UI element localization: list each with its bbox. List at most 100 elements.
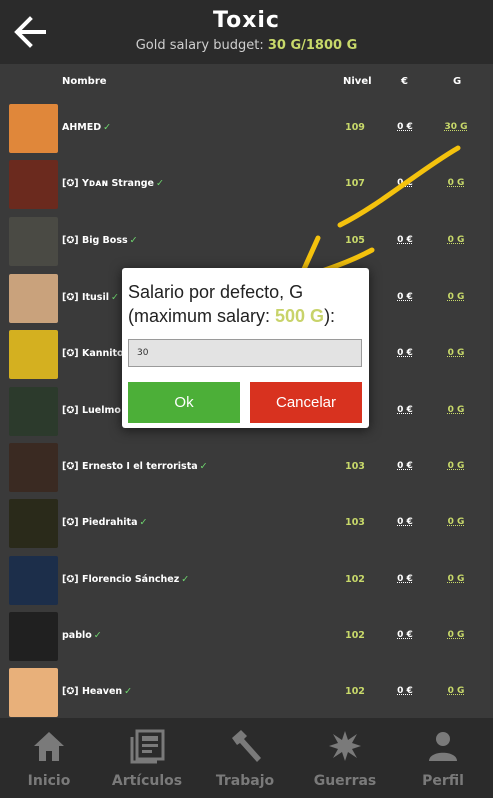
nav-perfil[interactable]: Perfil xyxy=(394,718,492,798)
table-row[interactable]: [✪] Piedrahita ✓ 103 0 € 0 G xyxy=(0,495,493,552)
newspaper-icon xyxy=(130,729,165,764)
avatar[interactable] xyxy=(9,330,58,379)
gold-salary[interactable]: 0 G xyxy=(444,686,468,696)
ok-button[interactable]: Ok xyxy=(128,382,240,423)
member-level: 103 xyxy=(345,461,365,472)
eur-salary[interactable]: 0 € xyxy=(394,122,416,132)
table-row[interactable]: pablo ✓ 102 0 € 0 G xyxy=(0,608,493,665)
column-header-gold[interactable]: G xyxy=(453,76,461,87)
nav-articulos[interactable]: Artículos xyxy=(98,718,196,798)
guild-tag: [✪] xyxy=(62,292,82,303)
eur-salary[interactable]: 0 € xyxy=(394,630,416,640)
guild-tag: [✪] xyxy=(62,574,82,585)
verified-check-icon: ✓ xyxy=(93,630,102,641)
page-title: Toxic xyxy=(213,8,280,33)
gold-salary[interactable]: 30 G xyxy=(444,122,468,132)
avatar[interactable] xyxy=(9,160,58,209)
member-level: 102 xyxy=(345,686,365,697)
avatar[interactable] xyxy=(9,499,58,548)
member-name-text: pablo xyxy=(62,630,92,641)
gold-salary[interactable]: 0 G xyxy=(444,405,468,415)
guild-tag: [✪] xyxy=(62,405,82,416)
avatar[interactable] xyxy=(9,668,58,717)
gold-salary[interactable]: 0 G xyxy=(444,630,468,640)
member-name[interactable]: [✪] Florencio Sánchez ✓ xyxy=(62,574,189,585)
member-name[interactable]: AHMED ✓ xyxy=(62,122,111,133)
avatar[interactable] xyxy=(9,612,58,661)
gold-salary[interactable]: 0 G xyxy=(444,178,468,188)
cancel-button[interactable]: Cancelar xyxy=(250,382,362,423)
table-row[interactable]: [✪] Big Boss ✓ 105 0 € 0 G xyxy=(0,213,493,270)
member-name[interactable]: [✪] Itusil ✓ xyxy=(62,292,119,303)
verified-check-icon: ✓ xyxy=(139,517,148,528)
member-level: 102 xyxy=(345,574,365,585)
avatar[interactable] xyxy=(9,104,58,153)
member-name[interactable]: [✪] Piedrahita ✓ xyxy=(62,517,147,528)
eur-salary[interactable]: 0 € xyxy=(394,235,416,245)
eur-salary[interactable]: 0 € xyxy=(394,574,416,584)
person-icon xyxy=(429,732,457,761)
member-level: 109 xyxy=(345,122,365,133)
verified-check-icon: ✓ xyxy=(124,686,133,697)
member-name[interactable]: [✪] Kannito xyxy=(62,348,126,359)
table-row[interactable]: AHMED ✓ 109 0 € 30 G xyxy=(0,100,493,157)
guild-tag: [✪] xyxy=(62,178,82,189)
gold-budget-value: 30 G/1800 G xyxy=(267,38,358,53)
eur-salary[interactable]: 0 € xyxy=(394,405,416,415)
hammer-icon xyxy=(232,730,261,762)
table-row[interactable]: [✪] Heaven ✓ 102 0 € 0 G xyxy=(0,664,493,721)
member-name[interactable]: [✪] Heaven ✓ xyxy=(62,686,132,697)
guild-tag: [✪] xyxy=(62,686,82,697)
column-header-level[interactable]: Nivel xyxy=(343,76,372,87)
table-row[interactable]: [✪] Florencio Sánchez ✓ 102 0 € 0 G xyxy=(0,552,493,609)
member-name[interactable]: pablo ✓ xyxy=(62,630,102,641)
eur-salary[interactable]: 0 € xyxy=(394,348,416,358)
home-icon xyxy=(34,732,64,761)
member-name[interactable]: [✪] Yᴅᴀɴ Strange ✓ xyxy=(62,178,164,189)
member-level: 107 xyxy=(345,178,365,189)
eur-salary[interactable]: 0 € xyxy=(394,292,416,302)
bottom-nav: Inicio Artículos Trabajo Guerras Perfil xyxy=(0,718,493,798)
nav-inicio[interactable]: Inicio xyxy=(0,718,98,798)
member-level: 103 xyxy=(345,517,365,528)
gold-salary[interactable]: 0 G xyxy=(444,461,468,471)
nav-guerras[interactable]: Guerras xyxy=(296,718,394,798)
member-name-text: Itusil xyxy=(81,292,109,303)
eur-salary[interactable]: 0 € xyxy=(394,517,416,527)
gold-salary[interactable]: 0 G xyxy=(444,348,468,358)
member-level: 105 xyxy=(345,235,365,246)
member-name[interactable]: [✪] Ernesto I el terrorista ✓ xyxy=(62,461,208,472)
gold-salary[interactable]: 0 G xyxy=(444,235,468,245)
eur-salary[interactable]: 0 € xyxy=(394,461,416,471)
member-name-text: Yᴅᴀɴ Strange xyxy=(81,178,154,189)
gold-salary[interactable]: 0 G xyxy=(444,574,468,584)
avatar[interactable] xyxy=(9,556,58,605)
nav-trabajo[interactable]: Trabajo xyxy=(196,718,294,798)
salary-input[interactable] xyxy=(128,339,362,367)
column-header-eur[interactable]: € xyxy=(401,76,408,87)
verified-check-icon: ✓ xyxy=(103,122,112,133)
avatar[interactable] xyxy=(9,274,58,323)
member-name-text: AHMED xyxy=(62,122,102,133)
guild-tag: [✪] xyxy=(62,235,82,246)
gold-salary[interactable]: 0 G xyxy=(444,517,468,527)
member-name-text: Kannito xyxy=(81,348,124,359)
table-row[interactable]: [✪] Ernesto I el terrorista ✓ 103 0 € 0 G xyxy=(0,439,493,496)
avatar[interactable] xyxy=(9,217,58,266)
avatar[interactable] xyxy=(9,443,58,492)
column-header-name[interactable]: Nombre xyxy=(62,76,107,87)
eur-salary[interactable]: 0 € xyxy=(394,178,416,188)
member-name[interactable]: [✪] Big Boss ✓ xyxy=(62,235,138,246)
gold-salary[interactable]: 0 G xyxy=(444,292,468,302)
avatar[interactable] xyxy=(9,387,58,436)
guild-tag: [✪] xyxy=(62,517,82,528)
guild-tag: [✪] xyxy=(62,461,82,472)
eur-salary[interactable]: 0 € xyxy=(394,686,416,696)
table-row[interactable]: [✪] Yᴅᴀɴ Strange ✓ 107 0 € 0 G xyxy=(0,156,493,213)
member-name[interactable]: [✪] Luelmo xyxy=(62,405,123,416)
member-name-text: Big Boss xyxy=(81,235,128,246)
dialog-message: Salario por defecto, G (maximum salary: … xyxy=(128,282,336,326)
verified-check-icon: ✓ xyxy=(181,574,190,585)
salary-dialog: Salario por defecto, G (maximum salary: … xyxy=(122,268,369,428)
member-name-text: Heaven xyxy=(81,686,123,697)
